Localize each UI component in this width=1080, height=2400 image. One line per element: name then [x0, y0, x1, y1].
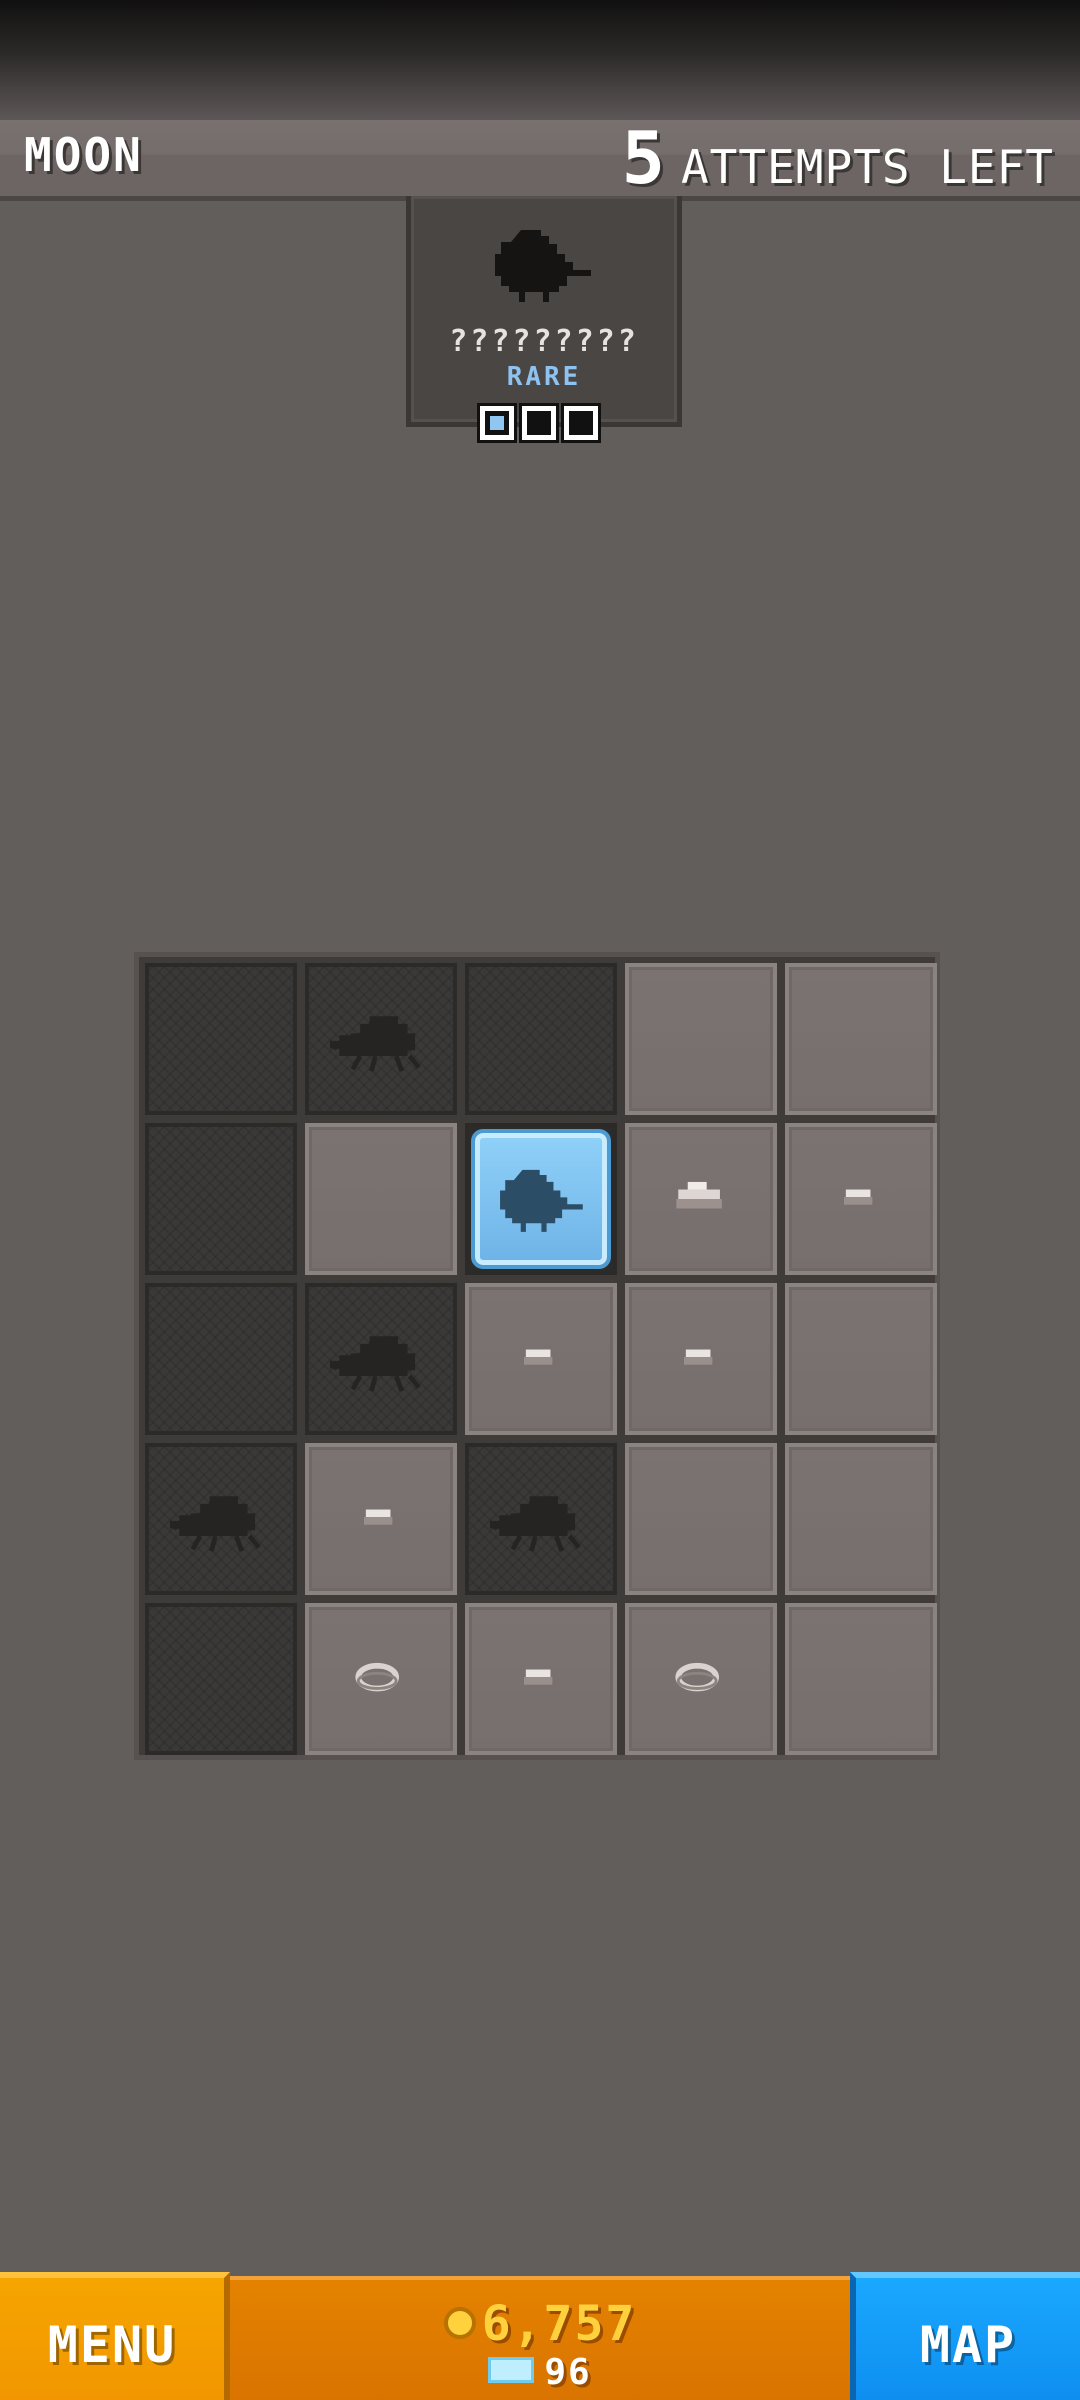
attempts-count: 5 [621, 116, 667, 200]
progress-box-found [480, 406, 514, 440]
map-label: MAP [919, 2316, 1017, 2374]
grid-cell-dug[interactable] [305, 963, 457, 1115]
target-fossil-card: ????????? RARE [406, 196, 682, 427]
ring-icon [355, 1662, 399, 1692]
pebble-icon [523, 1349, 553, 1365]
beetle-silhouette-icon [489, 1496, 581, 1553]
dig-grid [134, 952, 940, 1760]
grid-cell-undug[interactable] [305, 1443, 457, 1595]
target-rarity: RARE [506, 362, 582, 392]
coin-amount: 6,757 [481, 2296, 637, 2352]
currency-panel: 6,757 96 [230, 2276, 850, 2400]
gem-amount: 96 [544, 2352, 592, 2393]
attempts-label: ATTEMPTS LEFT [680, 140, 1054, 194]
level-name: MOON [24, 128, 143, 182]
status-bar-area [0, 0, 1080, 120]
gem-balance: 96 [230, 2352, 850, 2393]
grid-cell-dug[interactable] [465, 963, 617, 1115]
grid-cell-undug[interactable] [625, 1123, 777, 1275]
progress-box-empty [522, 406, 556, 440]
grid-cell-dug[interactable] [305, 1283, 457, 1435]
grid-cell-found[interactable] [465, 1123, 617, 1275]
grid-cell-undug[interactable] [305, 1123, 457, 1275]
coin-balance: 6,757 [230, 2296, 850, 2352]
grid-cell-dug[interactable] [145, 1283, 297, 1435]
pebble-icon [363, 1509, 393, 1525]
grid-cell-dug[interactable] [145, 1603, 297, 1755]
target-name: ????????? [449, 324, 639, 359]
bird-silhouette-icon [495, 230, 591, 302]
beetle-silhouette-icon [169, 1496, 261, 1553]
menu-label: MENU [47, 2316, 177, 2374]
grid-cell-undug[interactable] [465, 1603, 617, 1755]
grid-cell-undug[interactable] [785, 1603, 937, 1755]
found-fossil-tile [475, 1133, 607, 1265]
grid-cell-undug[interactable] [785, 1123, 937, 1275]
grid-cell-undug[interactable] [625, 1283, 777, 1435]
grid-cell-dug[interactable] [145, 1443, 297, 1595]
attempts-counter: 5 ATTEMPTS LEFT [622, 116, 1054, 200]
pebble-icon [523, 1669, 553, 1685]
grid-cell-undug[interactable] [785, 1283, 937, 1435]
grid-cell-dug[interactable] [145, 963, 297, 1115]
grid-cell-dug[interactable] [145, 1123, 297, 1275]
grid-cell-undug[interactable] [305, 1603, 457, 1755]
collection-progress [480, 406, 598, 440]
gem-icon [488, 2357, 535, 2383]
grid-cell-undug[interactable] [785, 963, 937, 1115]
grid-cell-undug[interactable] [465, 1283, 617, 1435]
pebble-icon [843, 1189, 873, 1205]
beetle-silhouette-icon [329, 1016, 421, 1073]
grid-cell-dug[interactable] [465, 1443, 617, 1595]
grid-cell-undug[interactable] [625, 1603, 777, 1755]
progress-box-empty [564, 406, 598, 440]
ring-icon [675, 1662, 719, 1692]
bird-fossil-icon [500, 1169, 583, 1232]
grid-cell-undug[interactable] [625, 963, 777, 1115]
grid-cell-undug[interactable] [625, 1443, 777, 1595]
beetle-silhouette-icon [329, 1336, 421, 1393]
map-button[interactable]: MAP [850, 2272, 1080, 2400]
pebble-icon [683, 1349, 713, 1365]
grid-cell-undug[interactable] [785, 1443, 937, 1595]
menu-button[interactable]: MENU [0, 2272, 230, 2400]
rock-icon [676, 1181, 722, 1209]
coin-icon [443, 2307, 476, 2339]
